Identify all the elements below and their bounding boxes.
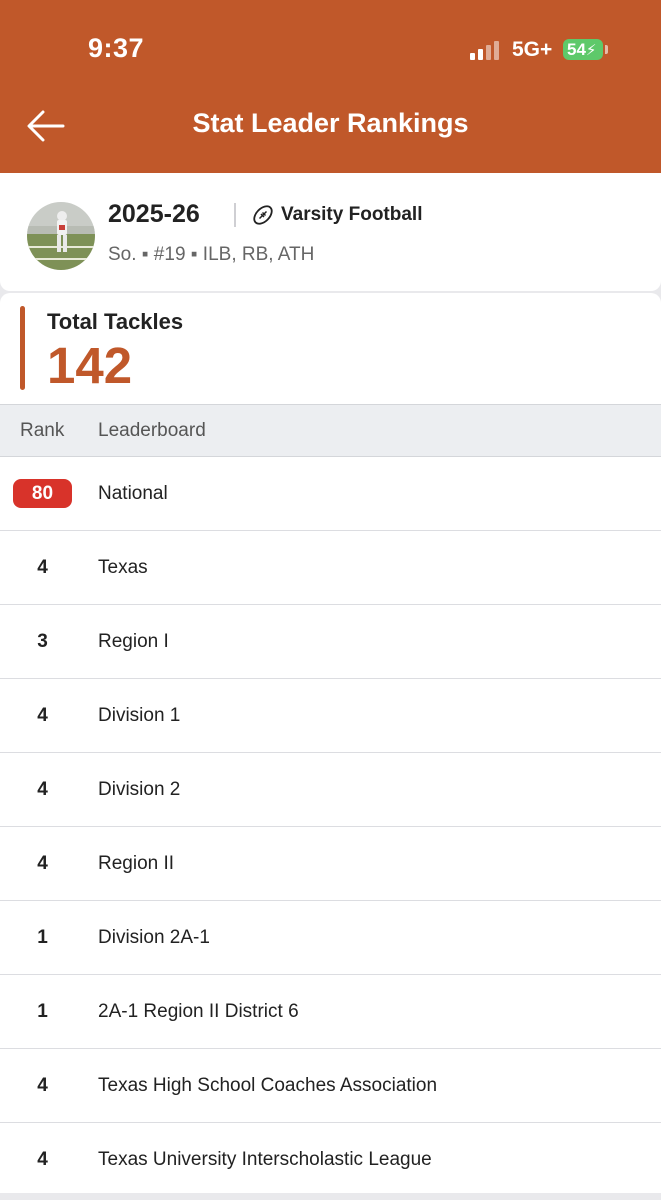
leaderboard-name: Texas xyxy=(98,557,148,578)
leaderboard-name: Division 2A-1 xyxy=(98,927,210,948)
status-time: 9:37 xyxy=(88,33,145,63)
sport-name: Varsity Football xyxy=(281,204,423,225)
player-profile-card[interactable]: 2025-26 Varsity Football So. ▪ #19 ▪ ILB… xyxy=(0,173,661,291)
battery-level: 54 xyxy=(567,40,586,59)
leaderboard-name: Division 1 xyxy=(98,705,181,726)
battery-tip xyxy=(605,45,608,54)
stat-label: Total Tackles xyxy=(47,309,184,334)
rank-value: 4 xyxy=(37,1075,48,1096)
stat-value: 142 xyxy=(47,337,133,394)
app-header: 9:37 5G+ 54⚡ Stat Leader Rankings xyxy=(0,0,661,173)
rank-value: 3 xyxy=(37,631,48,652)
signal-icon xyxy=(470,40,504,60)
table-row[interactable]: 4 Texas High School Coaches Association xyxy=(0,1049,661,1123)
rank-value: 4 xyxy=(37,705,48,726)
table-row[interactable]: 4 Region II xyxy=(0,827,661,901)
stat-leader-card: Total Tackles 142 Rank Leaderboard 80 Na… xyxy=(0,293,661,1193)
rank-value: 4 xyxy=(37,853,48,874)
rank-badge: 80 xyxy=(13,479,72,508)
table-header: Rank Leaderboard xyxy=(0,404,661,457)
table-row[interactable]: 4 Division 2 xyxy=(0,753,661,827)
leaderboard-name: Texas University Interscholastic League xyxy=(98,1149,432,1170)
rank-value: 4 xyxy=(37,557,48,578)
rank-value: 1 xyxy=(37,927,48,948)
leaderboard-name: National xyxy=(98,483,168,504)
avatar[interactable] xyxy=(27,202,95,270)
season-label: 2025-26 xyxy=(108,200,200,228)
rank-value: 1 xyxy=(37,1001,48,1022)
charging-icon: ⚡ xyxy=(585,42,597,59)
rank-value: 4 xyxy=(37,779,48,800)
table-row[interactable]: 4 Texas University Interscholastic Leagu… xyxy=(0,1123,661,1197)
network-label: 5G+ xyxy=(512,38,553,61)
column-header-leaderboard: Leaderboard xyxy=(98,420,206,441)
column-header-rank: Rank xyxy=(20,420,65,441)
table-row[interactable]: 4 Division 1 xyxy=(0,679,661,753)
page-title: Stat Leader Rankings xyxy=(192,108,469,138)
table-row[interactable]: 3 Region I xyxy=(0,605,661,679)
table-row[interactable]: 4 Texas xyxy=(0,531,661,605)
leaderboard-name: Division 2 xyxy=(98,779,181,800)
rankings-list: 80 National 4 Texas 3 Region I 4 Divisio… xyxy=(0,457,661,1197)
stat-accent-bar xyxy=(20,306,25,390)
battery-icon: 54⚡ xyxy=(563,39,603,60)
rank-value: 4 xyxy=(37,1149,48,1170)
table-row[interactable]: 1 2A-1 Region II District 6 xyxy=(0,975,661,1049)
leaderboard-name: Region II xyxy=(98,853,175,874)
leaderboard-name: 2A-1 Region II District 6 xyxy=(98,1001,299,1022)
table-row[interactable]: 1 Division 2A-1 xyxy=(0,901,661,975)
leaderboard-name: Region I xyxy=(98,631,169,652)
divider xyxy=(234,203,236,227)
football-icon xyxy=(253,205,273,225)
leaderboard-name: Texas High School Coaches Association xyxy=(98,1075,438,1096)
player-meta: So. ▪ #19 ▪ ILB, RB, ATH xyxy=(108,244,315,265)
table-row[interactable]: 80 National xyxy=(0,457,661,531)
